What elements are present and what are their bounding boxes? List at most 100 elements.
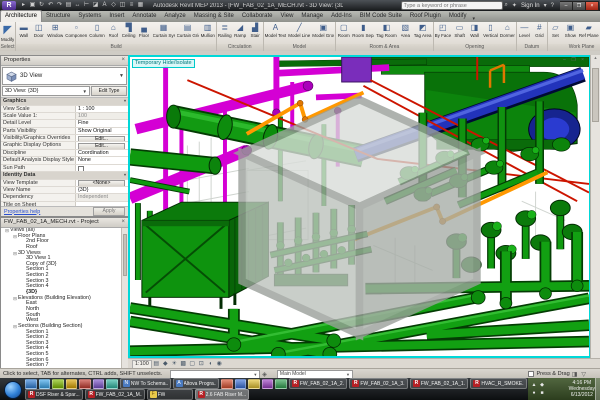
ribbon-button-tag-room[interactable]: ◧Tag Room [375,22,398,44]
tab-annotate[interactable]: Annotate [128,11,160,22]
qat-undo-icon[interactable]: ↶ [46,1,55,10]
ribbon-button-area[interactable]: ▧Area [398,22,413,44]
pinned-app-icon[interactable] [262,379,274,389]
qat-open-icon[interactable]: ▸ [19,1,28,10]
pinned-app-icon[interactable] [52,379,64,389]
ribbon-button-wall[interactable]: ▬Wall [16,22,31,44]
qat-redo-icon[interactable]: ↷ [55,1,64,10]
browser-scrollbar[interactable] [121,228,128,369]
communication-center-icon[interactable]: ✦ [512,2,517,9]
pinned-app-icon[interactable] [106,379,118,389]
qat-sync-icon[interactable]: ↻ [37,1,46,10]
property-group-graphics[interactable]: Graphics▾ [1,98,128,106]
tab-structure[interactable]: Structure [42,11,74,22]
pinned-app-icon[interactable] [275,379,287,389]
qat-section-icon[interactable]: ◫ [118,1,127,10]
ribbon-button-railing[interactable]: ≣Railing [217,22,233,44]
maximize-button[interactable]: ❐ [573,1,586,11]
ribbon-button-curtain-system[interactable]: ▦Curtain System [152,22,176,44]
qat-measure-icon[interactable]: ↔ [73,1,82,10]
close-icon[interactable]: × [121,56,125,65]
pinned-app-icon[interactable] [248,379,260,389]
viewport-scrollbar[interactable]: ▲ [590,55,600,358]
ribbon-button-dormer[interactable]: ⌂Dormer [499,22,516,44]
property-value-view-name[interactable]: {3D} [75,187,128,193]
pinned-app-icon[interactable] [25,379,37,389]
scroll-up-icon[interactable]: ▲ [591,55,600,60]
properties-help-link[interactable]: Properties help [4,209,40,215]
taskbar-button[interactable]: RFW_FAB_02_1A_2... [289,378,348,389]
ribbon-button-roof[interactable]: ⌂Roof [106,22,121,44]
sign-in-button[interactable]: Sign In [521,3,540,9]
ribbon-button-vertical[interactable]: ▯Vertical [482,22,499,44]
taskbar-button[interactable]: RFW_FAB_02_1A_1... [410,378,469,389]
tab-roof-plugin[interactable]: Roof Plugin [406,11,445,22]
property-value-detail-level[interactable]: Fine [75,120,128,126]
tab-analyze[interactable]: Analyze [160,11,189,22]
pinned-app-icon[interactable] [79,379,91,389]
ribbon-button-model-group[interactable]: ▣Model Group [311,22,335,44]
qat-save-icon[interactable]: ▣ [28,1,37,10]
press-drag-checkbox[interactable] [528,371,534,377]
close-icon[interactable]: × [121,218,125,227]
ribbon-button-shaft[interactable]: ▭Shaft [452,22,467,44]
ribbon-button-level[interactable]: —Level [517,22,532,44]
taskbar-button[interactable]: AAltova Progra... [173,378,220,389]
tray-icon[interactable]: ▲ [530,381,538,389]
qat-thin-lines-icon[interactable]: ≡ [127,1,136,10]
tab-add-ins[interactable]: Add-Ins [327,11,356,22]
property-group-identity-data[interactable]: Identity Data▾ [1,172,128,180]
ribbon-button-door[interactable]: ◫Door [31,22,46,44]
tab-systems[interactable]: Systems [74,11,105,22]
property-value-view-template[interactable]: <None> [75,180,128,186]
ribbon-button-curtain-grid[interactable]: ▤Curtain Grid [176,22,200,44]
pinned-app-icon[interactable] [221,379,233,389]
pinned-app-icon[interactable] [39,379,51,389]
tab-insert[interactable]: Insert [105,11,128,22]
application-menu-button[interactable]: R [2,1,16,10]
ribbon-button-by-face[interactable]: ◰By Face [434,22,453,44]
ribbon-button-column[interactable]: ▯Column [88,22,106,44]
start-button[interactable] [4,381,22,399]
ribbon-button-wall[interactable]: ◨Wall [467,22,482,44]
qat-tag-icon[interactable]: ◪ [91,1,100,10]
ribbon-button-tag-area[interactable]: ◩Tag Area [413,22,433,44]
ribbon-button-component[interactable]: ▫Component [64,22,88,44]
ribbon-button-modify[interactable]: ◤Modify [0,22,15,44]
pinned-app-icon[interactable] [93,379,105,389]
apply-button[interactable]: Apply [93,207,125,216]
temporary-hide-isolate-badge[interactable]: Temporary Hide/Isolate [132,59,195,68]
property-value-discipline[interactable]: Coordination [75,150,128,156]
taskbar-button[interactable]: RFW_FAB_02_1A_3... [349,378,408,389]
tab-view[interactable]: View [277,11,298,22]
property-value-parts-visibility[interactable]: Show Original [75,128,128,134]
qat-aligned-dimension-icon[interactable]: ⊢ [82,1,91,10]
taskbar-clock[interactable]: 4:16 PM Wednesday 6/13/2012 [569,380,595,398]
properties-title-bar[interactable]: Properties × [1,56,128,66]
view-window-controls[interactable]: – ❐ × [563,57,586,63]
checkbox[interactable] [78,166,84,171]
ribbon-button-show[interactable]: ▣Show [563,22,578,44]
taskbar-button[interactable]: NNW To Schema... [120,378,171,389]
ribbon-button-room-separator[interactable]: ▮Room Separator [351,22,375,44]
close-button[interactable]: × [586,1,599,11]
edit-button[interactable]: Edit... [78,136,125,142]
qat-default-3d-view-icon[interactable]: ◇ [109,1,118,10]
ribbon-button-model-line[interactable]: ╱Model Line [287,22,311,44]
tray-icon[interactable]: ■ [538,389,546,397]
ribbon-button-set[interactable]: ▱Set [548,22,563,44]
tab-massing-site[interactable]: Massing & Site [190,11,238,22]
ribbon-button-model-text[interactable]: AModel Text [264,22,288,44]
tray-icon[interactable]: ◆ [538,381,546,389]
taskbar-button[interactable]: R2.6 FAB Riser M... [195,389,250,400]
help-icon[interactable]: ? [551,3,554,9]
ribbon-button-ramp[interactable]: ◢Ramp [233,22,248,44]
edit-button[interactable]: Edit... [78,143,125,149]
filter-icon[interactable]: ▽ [581,371,586,378]
ribbon-button-room[interactable]: ▢Room [336,22,351,44]
3d-view-canvas[interactable]: Temporary Hide/Isolate – ❐ × [128,55,591,358]
ribbon-button-floor[interactable]: ▄Floor [137,22,152,44]
tab-manage[interactable]: Manage [297,11,327,22]
qat-text-icon[interactable]: A [100,1,109,10]
show-desktop-button[interactable] [595,378,600,400]
